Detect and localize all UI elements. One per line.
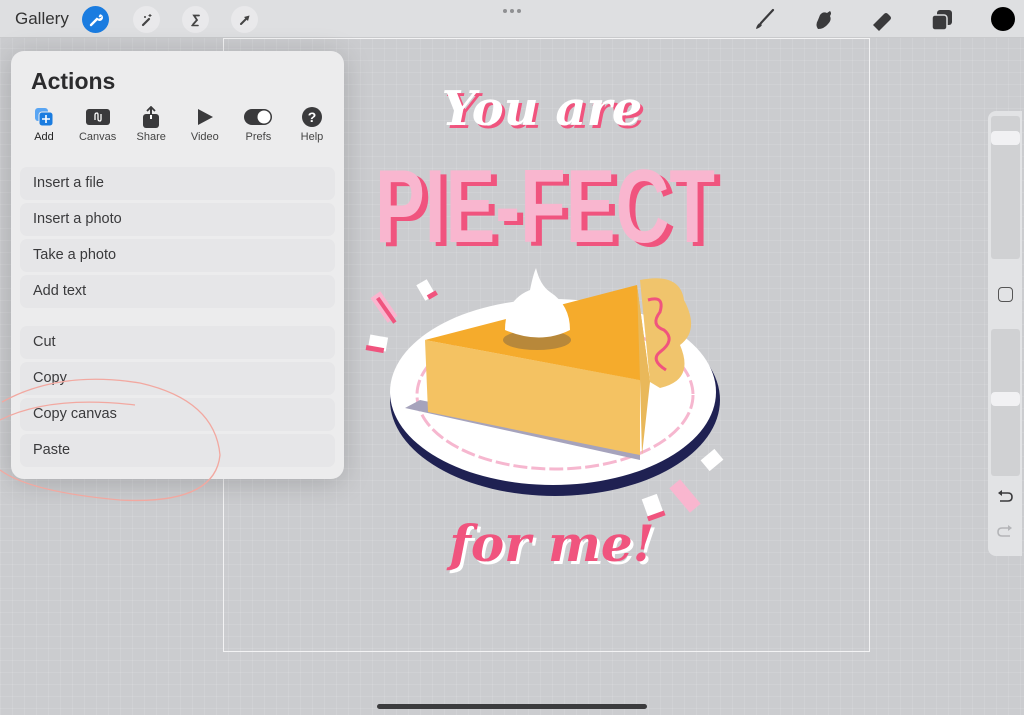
svg-text:?: ? — [308, 109, 317, 125]
share-icon — [143, 106, 160, 128]
opacity-slider[interactable] — [991, 329, 1020, 476]
layers-button[interactable] — [928, 6, 956, 34]
eraser-icon — [873, 13, 891, 31]
tab-share[interactable]: Share — [126, 106, 176, 146]
transform-button[interactable] — [231, 6, 258, 33]
insert-file-item[interactable]: Insert a file — [20, 167, 335, 200]
selection-s-icon — [190, 14, 200, 26]
brush-icon — [756, 8, 775, 29]
arrow-cursor-icon — [239, 15, 249, 25]
take-photo-item[interactable]: Take a photo — [20, 239, 335, 272]
toggle-icon — [244, 109, 273, 125]
magic-wand-icon — [141, 13, 151, 26]
tab-label: Share — [136, 131, 166, 143]
actions-button[interactable] — [82, 6, 109, 33]
actions-tabs: Add Canvas Share Video Prefs ? Help — [19, 106, 337, 146]
modify-button[interactable] — [998, 287, 1013, 302]
brush-button[interactable] — [750, 6, 778, 34]
tab-prefs[interactable]: Prefs — [233, 106, 283, 146]
top-toolbar: Gallery — [0, 0, 1024, 38]
tab-video[interactable]: Video — [180, 106, 230, 146]
cut-item[interactable]: Cut — [20, 326, 335, 359]
actions-panel: Actions Add Canvas Share Video Prefs ? H… — [11, 51, 344, 479]
insert-photo-item[interactable]: Insert a photo — [20, 203, 335, 236]
tab-label: Prefs — [245, 131, 272, 143]
help-icon: ? — [301, 107, 322, 127]
layers-icon — [931, 10, 952, 31]
color-picker[interactable] — [991, 7, 1015, 31]
tab-label: Canvas — [78, 131, 117, 143]
home-indicator[interactable] — [377, 704, 647, 709]
tab-label: Video — [190, 131, 219, 143]
brush-size-slider[interactable] — [991, 116, 1020, 259]
brush-sidebar — [988, 111, 1022, 556]
smudge-button[interactable] — [809, 6, 837, 34]
add-icon — [35, 108, 54, 127]
tab-add[interactable]: Add — [19, 106, 69, 146]
wrench-icon — [89, 13, 103, 26]
undo-button[interactable] — [996, 489, 1014, 505]
gallery-button[interactable]: Gallery — [15, 9, 69, 29]
tab-label: Help — [300, 131, 324, 143]
adjustments-button[interactable] — [133, 6, 160, 33]
tab-help[interactable]: ? Help — [287, 106, 337, 146]
selection-button[interactable] — [182, 6, 209, 33]
redo-button[interactable] — [996, 524, 1014, 540]
tab-canvas[interactable]: Canvas — [73, 106, 123, 146]
copy-canvas-item[interactable]: Copy canvas — [20, 398, 335, 431]
add-text-item[interactable]: Add text — [20, 275, 335, 308]
canvas-icon — [85, 109, 110, 125]
opacity-thumb[interactable] — [991, 392, 1020, 406]
tab-label: Add — [34, 131, 54, 143]
eraser-button[interactable] — [868, 6, 896, 34]
copy-item[interactable]: Copy — [20, 362, 335, 395]
paste-item[interactable]: Paste — [20, 434, 335, 467]
redo-icon — [997, 525, 1012, 537]
brush-size-thumb[interactable] — [991, 131, 1020, 145]
drag-grip[interactable] — [503, 9, 521, 13]
panel-title: Actions — [31, 68, 116, 94]
play-icon — [197, 109, 213, 125]
smudge-finger-icon — [816, 11, 831, 29]
undo-icon — [998, 490, 1013, 502]
